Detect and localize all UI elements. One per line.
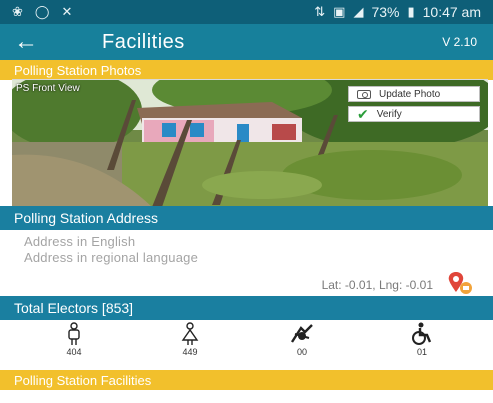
wheelchair-icon bbox=[412, 322, 432, 345]
battery-icon: ▮ bbox=[407, 4, 415, 19]
clock: 10:47 am bbox=[422, 4, 481, 20]
male-electors: 404 bbox=[44, 322, 104, 357]
update-photo-button[interactable]: Update Photo bbox=[348, 86, 480, 102]
address-section-header: Polling Station Address bbox=[0, 206, 493, 230]
status-bar: ❀ ◯ ✕ ⇅ ▣ ◢ 73% ▮ 10:47 am bbox=[0, 0, 493, 24]
facilities-section-header: Polling Station Facilities bbox=[0, 370, 493, 390]
data-indicator-icon: ⇅ bbox=[314, 4, 326, 19]
sim-icon: ▣ bbox=[333, 4, 346, 19]
missed-call-icon: ✕ bbox=[61, 4, 73, 19]
photos-section-header: Polling Station Photos bbox=[0, 60, 493, 80]
battery-percent: 73% bbox=[371, 4, 400, 20]
address-english: Address in English bbox=[24, 234, 136, 249]
coordinates: Lat: -0.01, Lng: -0.01 bbox=[321, 278, 433, 292]
location-pin-icon[interactable] bbox=[447, 271, 473, 295]
page-title: Facilities bbox=[102, 30, 185, 53]
chat-icon: ◯ bbox=[34, 4, 50, 19]
third-gender-icon bbox=[290, 324, 313, 343]
camera-icon bbox=[357, 89, 371, 99]
photos-icon: ❀ bbox=[12, 4, 23, 19]
female-count: 449 bbox=[182, 347, 198, 357]
male-count: 404 bbox=[66, 347, 82, 357]
photo-caption: PS Front View bbox=[16, 83, 80, 94]
app-bar: ← Facilities V 2.10 bbox=[0, 24, 493, 60]
polling-station-photo[interactable]: PS Front View Update Photo ✔ Verify bbox=[12, 79, 488, 206]
third-gender-count: 00 bbox=[296, 347, 307, 357]
pwd-electors: 01 bbox=[392, 322, 452, 357]
address-block: Address in English Address in regional l… bbox=[0, 230, 493, 296]
address-regional: Address in regional language bbox=[24, 250, 198, 265]
check-icon: ✔ bbox=[357, 105, 369, 122]
electors-section-header: Total Electors [853] bbox=[0, 296, 493, 320]
verify-label: Verify bbox=[376, 108, 402, 120]
female-icon bbox=[181, 322, 199, 345]
signal-icon: ◢ bbox=[353, 4, 364, 19]
pwd-count: 01 bbox=[416, 347, 427, 357]
update-photo-label: Update Photo bbox=[379, 88, 441, 100]
female-electors: 449 bbox=[160, 322, 220, 357]
third-gender-electors: 00 bbox=[272, 322, 332, 357]
male-icon bbox=[68, 322, 80, 345]
facilities-content bbox=[0, 390, 493, 403]
version-label: V 2.10 bbox=[442, 35, 477, 49]
arrow-back-icon[interactable]: ← bbox=[0, 24, 52, 60]
verify-button[interactable]: ✔ Verify bbox=[348, 106, 480, 122]
electors-breakdown: 404 449 00 01 bbox=[0, 320, 493, 366]
